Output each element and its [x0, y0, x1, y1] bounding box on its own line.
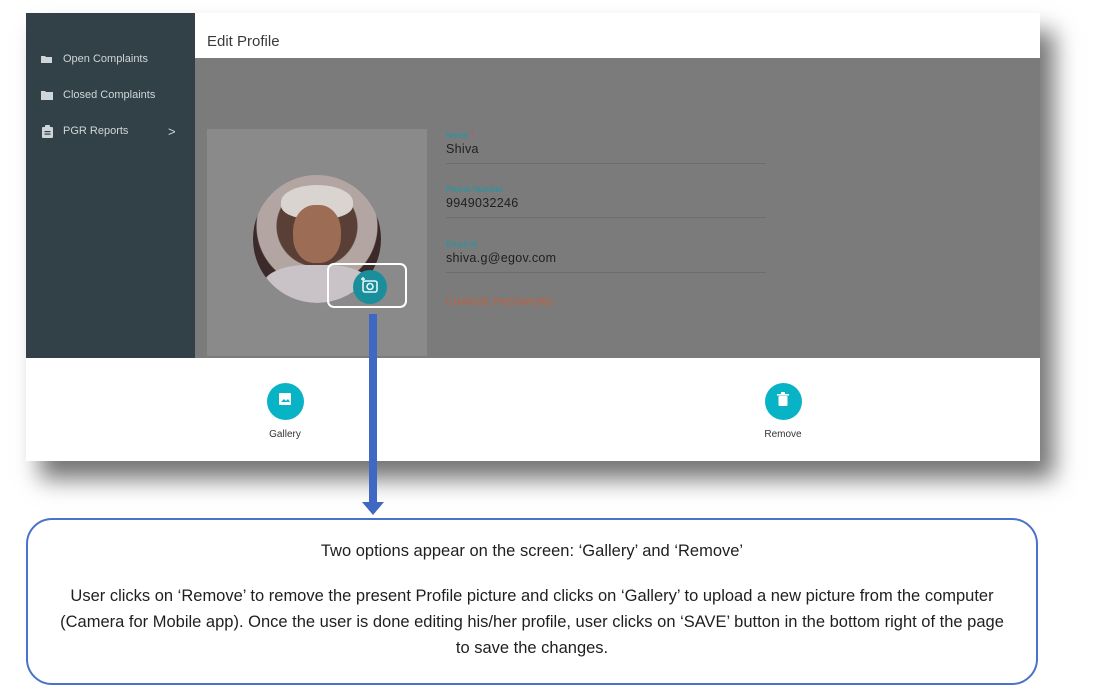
annotation-arrow-head [362, 502, 384, 515]
sidebar-item-open-complaints[interactable]: Open Complaints [40, 49, 148, 69]
sidebar: Open Complaints Closed Complaints PGR Re… [26, 13, 195, 358]
camera-highlight-box [327, 263, 407, 308]
callout-line-1: Two options appear on the screen: ‘Galle… [320, 542, 744, 560]
email-underline [446, 272, 766, 273]
page-title: Edit Profile [207, 33, 280, 50]
phone-underline [446, 217, 766, 218]
required-marker: * [471, 130, 475, 140]
clipboard-icon [40, 124, 54, 138]
name-label: Name [446, 130, 469, 140]
header: Edit Profile [195, 13, 1040, 58]
change-password-link[interactable]: CHANGE PASSWORD [446, 297, 554, 308]
phone-value: 9949032246 [446, 196, 519, 210]
folder-open-icon [40, 53, 54, 65]
phone-label: Phone Number [446, 184, 504, 194]
sidebar-item-label: Open Complaints [63, 53, 148, 65]
gallery-label: Gallery [269, 429, 301, 440]
folder-icon [40, 89, 54, 101]
profile-photo-panel [207, 129, 427, 356]
photo-options-sheet: Gallery Remove [26, 358, 1040, 461]
email-field[interactable]: Email Id shiva.g@egov.com [446, 239, 766, 273]
sidebar-item-label: Closed Complaints [63, 89, 156, 101]
email-label: Email Id [446, 239, 477, 249]
sidebar-item-pgr-reports[interactable]: PGR Reports > [40, 121, 176, 141]
instruction-callout: Two options appear on the screen: ‘Galle… [26, 518, 1038, 685]
callout-line-2: User clicks on ‘Remove’ to remove the pr… [60, 587, 1004, 657]
sidebar-item-label: PGR Reports [63, 125, 129, 137]
remove-label: Remove [764, 429, 802, 440]
app-screenshot: Open Complaints Closed Complaints PGR Re… [26, 13, 1040, 461]
email-value: shiva.g@egov.com [446, 251, 557, 265]
sidebar-item-closed-complaints[interactable]: Closed Complaints [40, 85, 155, 105]
trash-icon [777, 392, 789, 411]
name-underline [446, 163, 766, 164]
phone-field[interactable]: Phone Number 9949032246 [446, 184, 766, 218]
modal-overlay: Name * Shiva Phone Number 9949032246 Ema… [195, 58, 1040, 358]
chevron-right-icon: > [168, 123, 176, 139]
gallery-button[interactable]: Gallery [245, 383, 325, 440]
remove-button[interactable]: Remove [743, 383, 823, 440]
name-value: Shiva [446, 142, 479, 156]
name-field[interactable]: Name * Shiva [446, 130, 766, 164]
image-icon [278, 392, 292, 411]
annotation-arrow [369, 314, 377, 504]
